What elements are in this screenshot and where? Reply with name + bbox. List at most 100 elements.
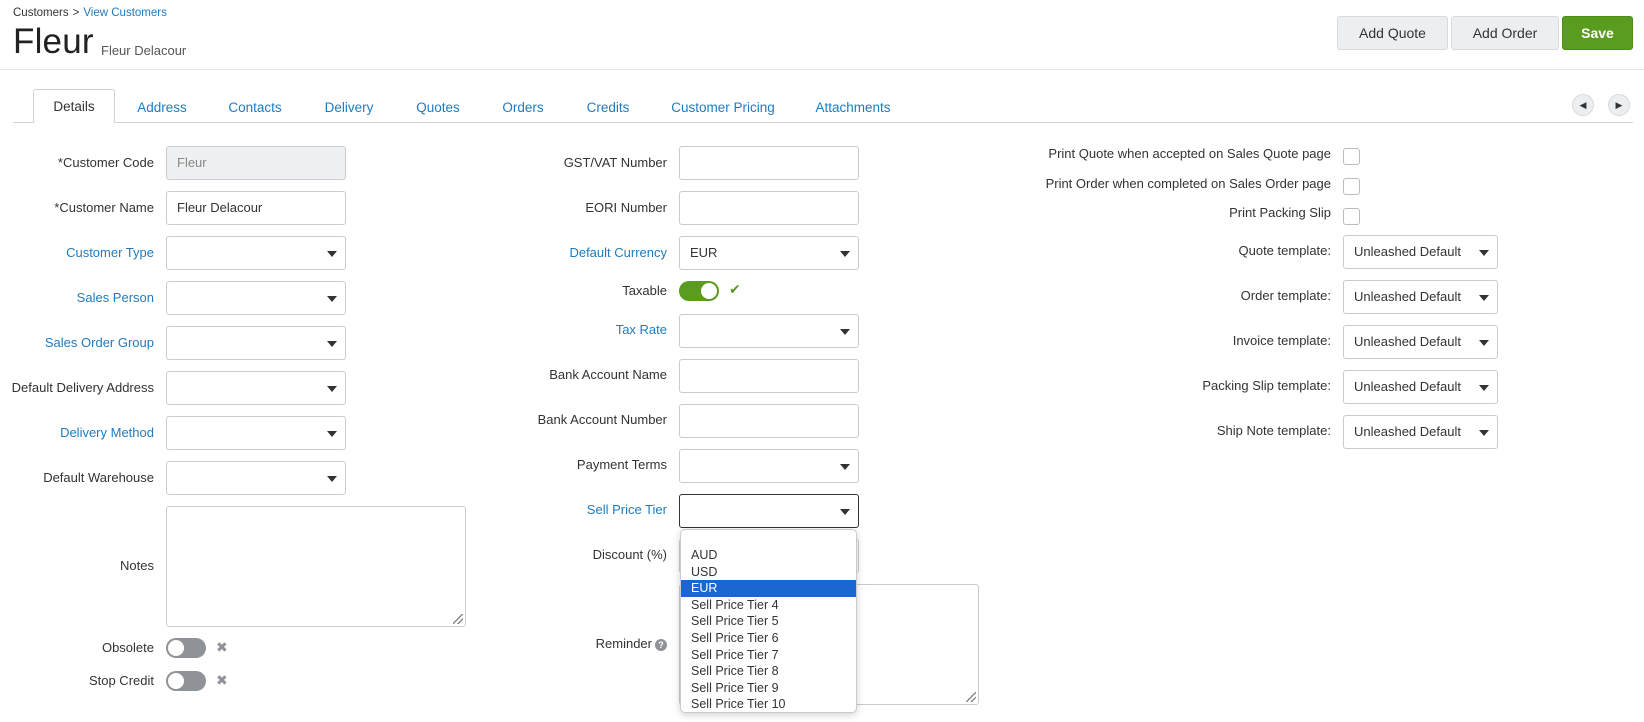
breadcrumb-customers[interactable]: Customers [13, 7, 69, 19]
dropdown-options: AUD USD EUR Sell Price Tier 4 Sell Price… [681, 547, 856, 712]
default-delivery-address-select[interactable] [166, 371, 346, 405]
chevron-down-icon [1479, 340, 1489, 346]
customer-name-input[interactable]: Fleur Delacour [166, 191, 346, 225]
tax-rate-label[interactable]: Tax Rate [616, 313, 667, 347]
tab-delivery[interactable]: Delivery [314, 92, 384, 123]
sales-order-group-label[interactable]: Sales Order Group [45, 326, 154, 360]
dropdown-option-tier-6[interactable]: Sell Price Tier 6 [681, 630, 856, 647]
stop-credit-label: Stop Credit [88, 673, 154, 688]
tab-contacts[interactable]: Contacts [220, 92, 290, 123]
tab-address[interactable]: Address [128, 92, 196, 123]
quote-template-value: Unleashed Default [1354, 244, 1461, 259]
sell-price-tier-select[interactable] [679, 494, 859, 528]
bank-account-number-label: Bank Account Number [537, 412, 667, 427]
eori-number-label: EORI Number [585, 200, 667, 215]
invoice-template-value: Unleashed Default [1354, 334, 1461, 349]
bank-account-name-label: Bank Account Name [549, 367, 667, 382]
dropdown-option-tier-7[interactable]: Sell Price Tier 7 [681, 647, 856, 664]
print-quote-checkbox[interactable] [1343, 148, 1360, 165]
order-template-select[interactable]: Unleashed Default [1343, 280, 1498, 314]
discount-label: Discount (%) [592, 547, 667, 562]
dropdown-option-tier-9[interactable]: Sell Price Tier 9 [681, 680, 856, 697]
default-warehouse-select[interactable] [166, 461, 346, 495]
toggle-knob [168, 640, 184, 656]
chevron-down-icon [840, 251, 850, 257]
page-subtitle: Fleur Delacour [101, 43, 187, 58]
customer-type-label[interactable]: Customer Type [66, 236, 154, 270]
quote-template-select[interactable]: Unleashed Default [1343, 235, 1498, 269]
chevron-down-icon [327, 431, 337, 437]
invoice-template-select[interactable]: Unleashed Default [1343, 325, 1498, 359]
notes-textarea[interactable] [166, 506, 466, 627]
resize-grip-icon[interactable] [453, 614, 463, 624]
print-order-checkbox[interactable] [1343, 178, 1360, 195]
delivery-method-select[interactable] [166, 416, 346, 450]
tab-scroll-right-button[interactable]: ▶ [1608, 94, 1630, 116]
tab-orders[interactable]: Orders [490, 92, 556, 123]
tab-attachments[interactable]: Attachments [807, 92, 899, 123]
invoice-template-label: Invoice template: [1232, 333, 1331, 348]
obsolete-toggle[interactable] [166, 638, 206, 658]
payment-terms-label: Payment Terms [576, 457, 667, 472]
taxable-toggle[interactable] [679, 281, 719, 301]
dropdown-option-usd[interactable]: USD [681, 564, 856, 581]
dropdown-option-tier-10[interactable]: Sell Price Tier 10 [681, 696, 856, 712]
tab-quotes[interactable]: Quotes [408, 92, 468, 123]
sales-order-group-select[interactable] [166, 326, 346, 360]
stop-credit-toggle[interactable] [166, 671, 206, 691]
chevron-down-icon [1479, 385, 1489, 391]
packing-slip-template-label: Packing Slip template: [1202, 378, 1331, 393]
dropdown-option-tier-5[interactable]: Sell Price Tier 5 [681, 613, 856, 630]
x-icon: ✖ [216, 672, 228, 688]
default-currency-label[interactable]: Default Currency [569, 236, 667, 270]
caret-right-icon: ▶ [1615, 99, 1623, 110]
dropdown-option-aud[interactable]: AUD [681, 547, 856, 564]
tab-customer-pricing[interactable]: Customer Pricing [665, 92, 781, 123]
bank-account-name-input[interactable] [679, 359, 859, 393]
chevron-down-icon [1479, 430, 1489, 436]
toggle-knob [701, 283, 717, 299]
sales-person-select[interactable] [166, 281, 346, 315]
dropdown-option-tier-8[interactable]: Sell Price Tier 8 [681, 663, 856, 680]
reminder-label-text: Reminder [595, 636, 652, 651]
tax-rate-select[interactable] [679, 314, 859, 348]
save-button[interactable]: Save [1562, 16, 1633, 50]
payment-terms-select[interactable] [679, 449, 859, 483]
obsolete-label: Obsolete [101, 640, 154, 655]
gst-vat-number-input[interactable] [679, 146, 859, 180]
dropdown-option-tier-4[interactable]: Sell Price Tier 4 [681, 597, 856, 614]
default-currency-value: EUR [690, 245, 718, 260]
customer-type-select[interactable] [166, 236, 346, 270]
breadcrumb-view-customers[interactable]: View Customers [83, 7, 167, 19]
default-currency-select[interactable]: EUR [679, 236, 859, 270]
bank-account-number-input[interactable] [679, 404, 859, 438]
notes-label: Notes [120, 558, 154, 573]
tab-scroll-left-button[interactable]: ◀ [1572, 94, 1594, 116]
tab-details[interactable]: Details [33, 89, 115, 123]
toggle-knob [168, 673, 184, 689]
ship-note-template-select[interactable]: Unleashed Default [1343, 415, 1498, 449]
chevron-down-icon [1479, 295, 1489, 301]
order-template-label: Order template: [1240, 288, 1331, 303]
tab-credits[interactable]: Credits [578, 92, 638, 123]
chevron-down-icon [327, 251, 337, 257]
add-order-button[interactable]: Add Order [1451, 16, 1559, 50]
add-quote-button[interactable]: Add Quote [1337, 16, 1448, 50]
sell-price-tier-dropdown[interactable]: AUD USD EUR Sell Price Tier 4 Sell Price… [680, 529, 857, 713]
default-warehouse-label: Default Warehouse [43, 470, 154, 485]
resize-grip-icon[interactable] [966, 692, 976, 702]
print-packing-slip-checkbox[interactable] [1343, 208, 1360, 225]
check-icon: ✔ [729, 281, 741, 297]
sales-person-label[interactable]: Sales Person [77, 281, 154, 315]
dropdown-option-eur[interactable]: EUR [681, 580, 856, 597]
packing-slip-template-select[interactable]: Unleashed Default [1343, 370, 1498, 404]
order-template-value: Unleashed Default [1354, 289, 1461, 304]
eori-number-input[interactable] [679, 191, 859, 225]
question-circle-icon[interactable]: ? [655, 638, 667, 651]
breadcrumb-separator: > [72, 7, 80, 19]
x-icon: ✖ [216, 639, 228, 655]
sell-price-tier-label[interactable]: Sell Price Tier [587, 493, 667, 527]
reminder-label: Reminder? [596, 627, 667, 661]
delivery-method-label[interactable]: Delivery Method [60, 416, 154, 450]
breadcrumb: Customers > View Customers [13, 7, 167, 19]
